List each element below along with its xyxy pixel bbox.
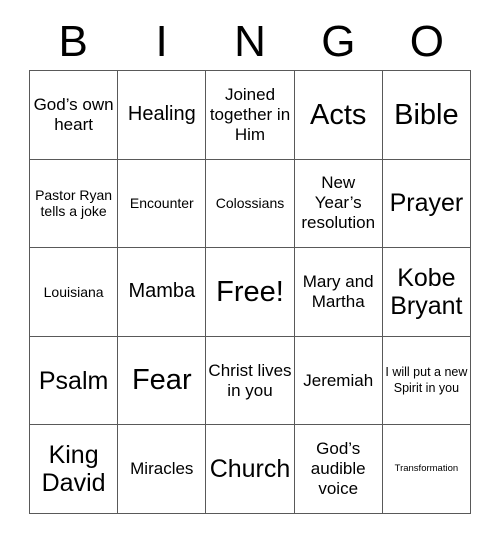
- bingo-header-letter-n: N: [234, 17, 266, 66]
- bingo-cell-label: Psalm: [38, 366, 109, 395]
- bingo-header-letter-o: O: [409, 17, 444, 66]
- bingo-cell-label: Free!: [216, 275, 284, 308]
- bingo-card: B I N G O God’s own heart Healing Joined…: [0, 0, 500, 544]
- bingo-cell-o3[interactable]: Kobe Bryant: [382, 248, 471, 337]
- bingo-header-letter-b: B: [58, 17, 88, 66]
- bingo-cell-label: Pastor Ryan tells a joke: [35, 186, 113, 220]
- bingo-cell-o1[interactable]: Bible: [382, 71, 471, 160]
- bingo-cell-o4[interactable]: I will put a new Spirit in you: [382, 336, 471, 426]
- bingo-cell-label: Christ lives in you: [208, 360, 292, 400]
- bingo-cell-label: Jeremiah: [303, 370, 374, 390]
- bingo-header-row: B I N G O: [29, 14, 471, 70]
- bingo-cell-label: Acts: [309, 98, 367, 131]
- bingo-cell-label: Mamba: [128, 280, 196, 303]
- bingo-cell-b1[interactable]: God’s own heart: [30, 71, 119, 160]
- bingo-header-letter-g: G: [321, 17, 356, 66]
- bingo-cell-n5[interactable]: Church: [206, 425, 295, 514]
- bingo-cell-label: Transformation: [394, 463, 459, 475]
- bingo-cell-g2[interactable]: New Year’s resolution: [294, 159, 383, 249]
- bingo-cell-b3[interactable]: Louisiana: [30, 248, 119, 337]
- bingo-cell-label: Miracles: [130, 459, 194, 479]
- bingo-cell-label: Colossians: [215, 194, 285, 211]
- bingo-cell-label: God’s own heart: [33, 94, 114, 134]
- bingo-cell-i5[interactable]: Miracles: [118, 425, 207, 514]
- bingo-cell-label: Prayer: [389, 189, 464, 218]
- bingo-cell-g3[interactable]: Mary and Martha: [294, 248, 383, 337]
- bingo-cell-label: New Year’s resolution: [301, 173, 376, 233]
- bingo-cell-label: Fear: [131, 364, 192, 397]
- bingo-cell-g1[interactable]: Acts: [294, 71, 383, 160]
- bingo-grid: God’s own heart Healing Joined together …: [29, 70, 471, 514]
- bingo-cell-label: Louisiana: [43, 283, 104, 300]
- bingo-cell-n2[interactable]: Colossians: [206, 159, 295, 249]
- bingo-header-letter-i: I: [155, 17, 168, 66]
- bingo-cell-free-space[interactable]: Free!: [206, 248, 295, 337]
- bingo-cell-i1[interactable]: Healing: [118, 71, 207, 160]
- bingo-cell-o2[interactable]: Prayer: [382, 159, 471, 249]
- bingo-cell-i4[interactable]: Fear: [118, 336, 207, 426]
- bingo-cell-g5[interactable]: God’s audible voice: [294, 425, 383, 514]
- bingo-cell-b5[interactable]: King David: [30, 425, 119, 514]
- bingo-cell-b2[interactable]: Pastor Ryan tells a joke: [30, 159, 119, 249]
- bingo-cell-n4[interactable]: Christ lives in you: [206, 336, 295, 426]
- bingo-cell-label: I will put a new Spirit in you: [385, 365, 468, 395]
- bingo-cell-n1[interactable]: Joined together in Him: [206, 71, 295, 160]
- bingo-cell-label: Kobe Bryant: [390, 263, 463, 320]
- bingo-cell-i2[interactable]: Encounter: [118, 159, 207, 249]
- bingo-cell-label: God’s audible voice: [310, 439, 366, 499]
- bingo-cell-i3[interactable]: Mamba: [118, 248, 207, 337]
- bingo-cell-b4[interactable]: Psalm: [30, 336, 119, 426]
- bingo-cell-g4[interactable]: Jeremiah: [294, 336, 383, 426]
- bingo-cell-label: Church: [209, 455, 291, 484]
- bingo-cell-o5[interactable]: Transformation: [382, 425, 471, 514]
- bingo-cell-label: Bible: [394, 98, 459, 131]
- bingo-cell-label: Healing: [127, 103, 196, 126]
- bingo-cell-label: King David: [41, 441, 106, 498]
- bingo-cell-label: Mary and Martha: [302, 271, 374, 311]
- bingo-cell-label: Joined together in Him: [209, 84, 291, 144]
- bingo-cell-label: Encounter: [129, 194, 194, 211]
